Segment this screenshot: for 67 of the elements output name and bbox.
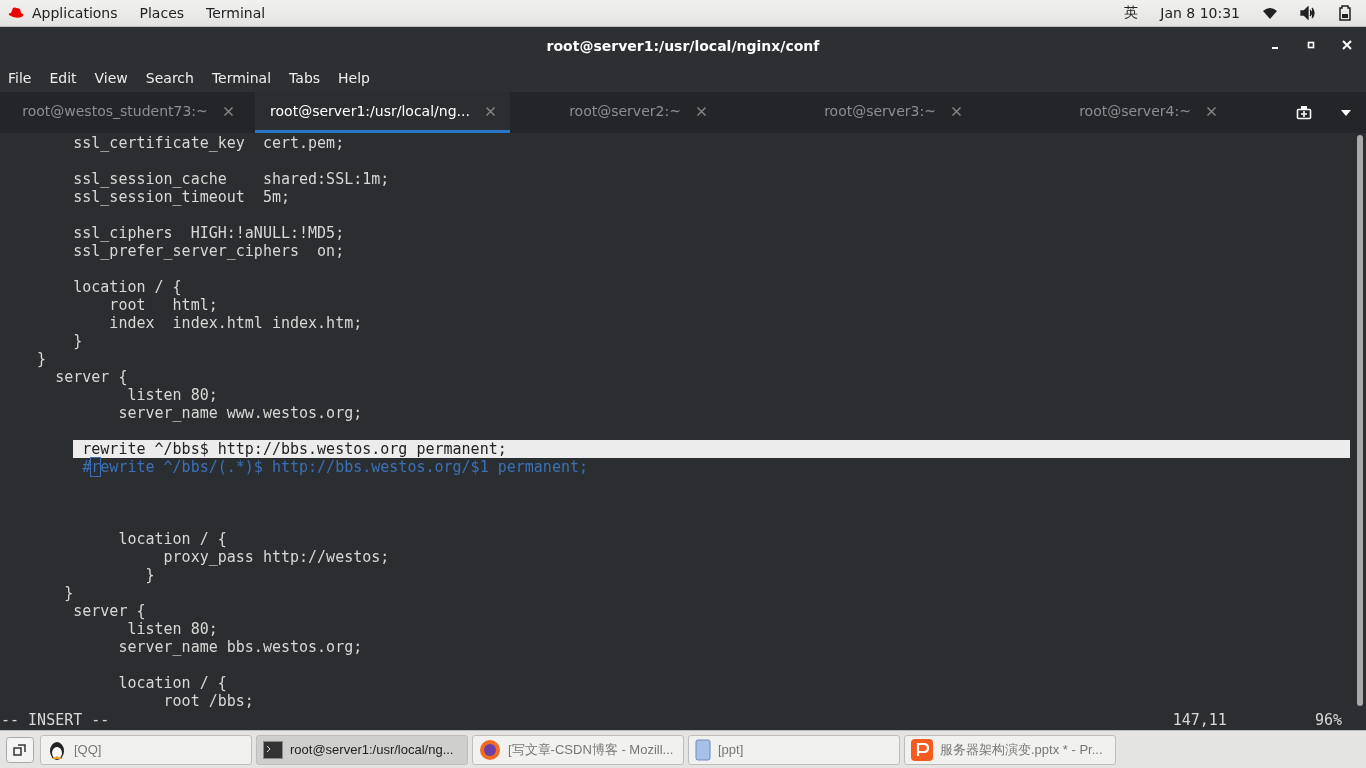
- code-line: ssl_session_cache shared:SSL:1m;: [72, 170, 390, 188]
- maximize-icon[interactable]: [1306, 40, 1316, 50]
- taskbar-button[interactable]: 服务器架构演变.pptx * - Pr...: [904, 734, 1116, 765]
- battery-icon[interactable]: [1338, 5, 1352, 21]
- file-icon: [695, 738, 711, 761]
- top-menu[interactable]: Applications: [32, 5, 118, 21]
- code-line: index index.html index.htm;: [108, 314, 363, 332]
- browser-icon: [479, 738, 501, 761]
- clock[interactable]: Jan 8 10:31: [1160, 5, 1240, 21]
- code-line: server {: [54, 368, 128, 386]
- code-line: ssl_ciphers HIGH:!aNULL:!MD5;: [72, 224, 345, 242]
- code-line: }: [63, 584, 74, 602]
- code-line: proxy_pass http://westos;: [162, 548, 390, 566]
- scrollbar[interactable]: [1356, 135, 1364, 706]
- code-line: }: [72, 332, 83, 350]
- taskbar-button[interactable]: root@server1:/usr/local/ng...: [256, 734, 468, 765]
- code-line: server {: [72, 602, 146, 620]
- terminal-tab[interactable]: root@server3:~: [765, 92, 1020, 133]
- new-tab-icon[interactable]: [1296, 104, 1312, 121]
- code-line: location / {: [117, 530, 227, 548]
- code-line: location / {: [117, 674, 227, 692]
- top-menu[interactable]: Places: [139, 5, 185, 21]
- show-desktop-icon[interactable]: [6, 736, 34, 763]
- code-line: ssl_session_timeout 5m;: [72, 188, 290, 206]
- menu-item[interactable]: Edit: [49, 70, 77, 86]
- menu-item[interactable]: Terminal: [211, 70, 272, 86]
- code-line: root html;: [108, 296, 218, 314]
- code-line: location / {: [72, 278, 182, 296]
- code-line: ssl_prefer_server_ciphers on;: [72, 242, 345, 260]
- menu-item[interactable]: File: [8, 70, 32, 86]
- taskbar-button[interactable]: [写文章-CSDN博客 - Mozill...: [472, 734, 684, 765]
- code-line: }: [144, 566, 155, 584]
- menu-item[interactable]: View: [94, 70, 128, 86]
- presentation-icon: [911, 738, 933, 761]
- code-line: ssl_certificate_key cert.pem;: [72, 134, 345, 152]
- input-method[interactable]: 英: [1124, 4, 1139, 22]
- code-line: root /bbs;: [162, 692, 254, 710]
- menu-item[interactable]: Help: [338, 70, 370, 86]
- top-menu[interactable]: Terminal: [206, 5, 266, 21]
- code-line: server_name bbs.westos.org;: [117, 638, 363, 656]
- code-line: listen 80;: [126, 620, 218, 638]
- code-line: server_name www.westos.org;: [117, 404, 363, 422]
- hat-icon[interactable]: [8, 7, 24, 19]
- code-line: listen 80;: [126, 386, 218, 404]
- menu-item[interactable]: Search: [145, 70, 194, 86]
- close-tab-icon[interactable]: [223, 106, 233, 116]
- scroll-percent: 96%: [1314, 710, 1342, 730]
- terminal-tab[interactable]: root@server2:~: [510, 92, 765, 133]
- taskbar-button[interactable]: [QQ]: [40, 734, 252, 765]
- close-tab-icon[interactable]: [951, 106, 961, 116]
- wifi-icon[interactable]: [1262, 6, 1278, 20]
- close-tab-icon[interactable]: [485, 106, 495, 116]
- cursor-position: 147,11: [1172, 710, 1227, 730]
- mode-indicator: -- INSERT --: [1, 710, 110, 730]
- menu-item[interactable]: Tabs: [289, 70, 321, 86]
- volume-icon[interactable]: [1300, 6, 1316, 20]
- terminal-icon: [263, 740, 283, 759]
- close-tab-icon[interactable]: [1206, 106, 1216, 116]
- dropdown-icon[interactable]: [1340, 108, 1352, 117]
- terminal-tab[interactable]: root@server1:/usr/local/ng...: [255, 92, 510, 133]
- close-tab-icon[interactable]: [696, 106, 706, 116]
- taskbar-button[interactable]: [ppt]: [688, 734, 900, 765]
- code-line: }: [36, 350, 47, 368]
- terminal-tab[interactable]: root@westos_student73:~: [0, 92, 255, 133]
- close-icon[interactable]: [1342, 40, 1352, 50]
- terminal-tab[interactable]: root@server4:~: [1020, 92, 1275, 133]
- window-title: root@server1:/usr/local/nginx/conf: [546, 37, 820, 54]
